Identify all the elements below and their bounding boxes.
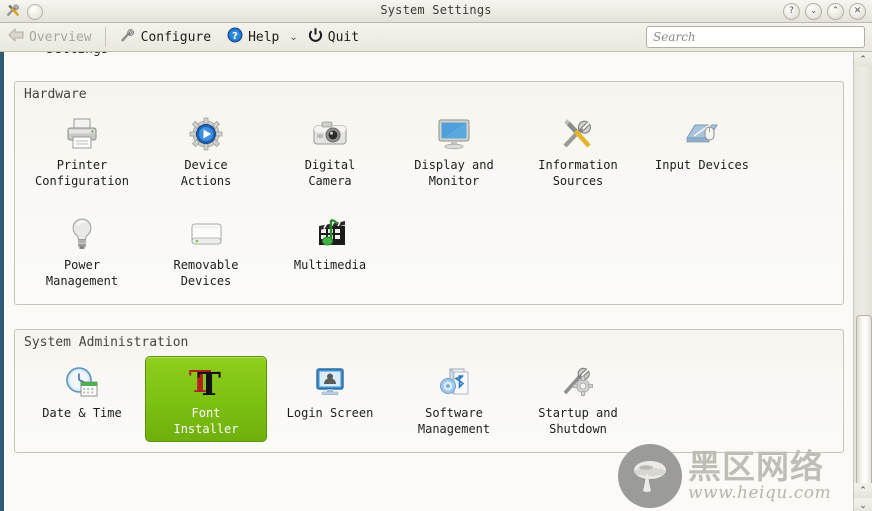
item-device-actions[interactable]: Device Actions xyxy=(145,108,267,194)
group-row: Date & Time T T Font Installer Login Scr… xyxy=(15,352,843,452)
window-title: System Settings xyxy=(380,3,492,17)
item-label: Printer Configuration xyxy=(35,158,129,188)
svg-text:T: T xyxy=(197,365,221,400)
scrollbar-thumb[interactable] xyxy=(856,315,872,487)
configure-button[interactable]: Configure xyxy=(111,24,219,50)
item-date-and-time[interactable]: Date & Time xyxy=(21,356,143,442)
item-printer-configuration[interactable]: Printer Configuration xyxy=(21,108,143,194)
item-input-devices[interactable]: Input Devices xyxy=(641,108,763,194)
item-power-management[interactable]: Power Management xyxy=(21,208,143,294)
item-digital-camera[interactable]: Digital Camera xyxy=(269,108,391,194)
lightbulb-icon xyxy=(63,214,101,252)
title-bar: System Settings ? ⌄ ⌃ ✕ xyxy=(0,0,872,23)
item-label: Information Sources xyxy=(538,158,618,188)
configure-label: Configure xyxy=(140,29,212,45)
group-hardware: Hardware Printer Configuration Device Ac… xyxy=(14,81,844,305)
item-multimedia[interactable]: Multimedia xyxy=(269,208,391,294)
system-settings-window: System Settings ? ⌄ ⌃ ✕ Overview Configu… xyxy=(0,0,872,511)
clock-calendar-icon xyxy=(63,362,101,400)
group-title: System Administration xyxy=(24,335,189,350)
search-input[interactable]: Search xyxy=(646,26,865,48)
item-label: Multimedia xyxy=(293,258,367,272)
quit-button[interactable]: Quit xyxy=(300,24,367,50)
scrollbar-bottom-buttons: ⌃ ⌄ xyxy=(854,483,872,511)
group-title: Hardware xyxy=(24,87,87,102)
monitor-icon xyxy=(435,114,473,152)
group-system-administration: System Administration Date & Time T T Fo… xyxy=(14,329,844,453)
item-label: Device Actions xyxy=(180,158,232,188)
help-button[interactable]: ? xyxy=(783,3,800,20)
help-circle-icon: ? xyxy=(227,27,243,47)
item-label: Display and Monitor xyxy=(414,158,494,188)
maximize-button[interactable]: ⌃ xyxy=(827,3,844,20)
quit-label: Quit xyxy=(327,29,360,45)
camera-icon xyxy=(311,114,349,152)
item-label: Removable Devices xyxy=(173,258,239,288)
gear-play-icon xyxy=(187,114,225,152)
window-controls: ? ⌄ ⌃ ✕ xyxy=(783,3,866,20)
svg-text:?: ? xyxy=(232,31,238,42)
scroll-down-button[interactable]: ⌄ xyxy=(854,498,872,511)
item-label: Input Devices xyxy=(655,158,749,172)
drive-icon xyxy=(187,214,225,252)
search-placeholder: Search xyxy=(653,30,696,44)
item-display-and-monitor[interactable]: Display and Monitor xyxy=(393,108,515,194)
vertical-scrollbar[interactable]: ⌃ ⌃ ⌄ xyxy=(853,52,872,511)
help-label: Help xyxy=(248,29,280,45)
scrolled-section-header: Settings xyxy=(4,52,854,57)
item-information-sources[interactable]: Information Sources xyxy=(517,108,639,194)
group-row: Power Management Removable Devices Multi… xyxy=(15,204,843,304)
scroll-up-button-secondary[interactable]: ⌃ xyxy=(854,483,872,498)
login-monitor-icon xyxy=(311,362,349,400)
toolbar: Overview Configure ? Help ⌄ Quit Search xyxy=(0,23,872,52)
minimize-button[interactable]: ⌄ xyxy=(805,3,822,20)
settings-scroll-area: Settings Hardware xyxy=(4,52,854,511)
help-menu-button[interactable]: ? Help xyxy=(219,24,287,50)
item-label: Startup and Shutdown xyxy=(538,406,618,436)
item-font-installer[interactable]: T T Font Installer xyxy=(145,356,267,442)
item-label: Login Screen xyxy=(286,406,374,420)
mouse-tablet-icon xyxy=(683,114,721,152)
tools-icon xyxy=(559,114,597,152)
power-icon xyxy=(308,27,323,47)
item-software-management[interactable]: Software Management xyxy=(393,356,515,442)
toolbar-separator xyxy=(104,27,106,47)
printer-icon xyxy=(63,114,101,152)
settings-content: Settings Hardware xyxy=(0,52,872,511)
package-icon xyxy=(435,362,473,400)
chevron-down-icon[interactable]: ⌄ xyxy=(287,32,299,43)
item-label: Software Management xyxy=(417,406,491,436)
scrollbar-trough[interactable] xyxy=(854,67,872,487)
settings-inner: Settings Hardware xyxy=(4,52,854,453)
item-label: Digital Camera xyxy=(304,158,356,188)
scroll-up-button[interactable]: ⌃ xyxy=(854,52,872,67)
back-arrow-icon xyxy=(8,27,24,46)
group-row: Printer Configuration Device Actions Dig… xyxy=(15,104,843,204)
item-login-screen[interactable]: Login Screen xyxy=(269,356,391,442)
clapper-note-icon xyxy=(311,214,349,252)
item-label: Power Management xyxy=(45,258,119,288)
wrench-icon xyxy=(119,27,136,47)
item-label: Font Installer xyxy=(173,406,239,436)
item-removable-devices[interactable]: Removable Devices xyxy=(145,208,267,294)
overview-label: Overview xyxy=(29,29,92,45)
item-label: Date & Time xyxy=(42,406,122,420)
wrench-gear-icon xyxy=(559,362,597,400)
item-startup-and-shutdown[interactable]: Startup and Shutdown xyxy=(517,356,639,442)
overview-button[interactable]: Overview xyxy=(0,24,100,50)
font-t-icon: T T xyxy=(187,362,225,400)
close-button[interactable]: ✕ xyxy=(849,3,866,20)
